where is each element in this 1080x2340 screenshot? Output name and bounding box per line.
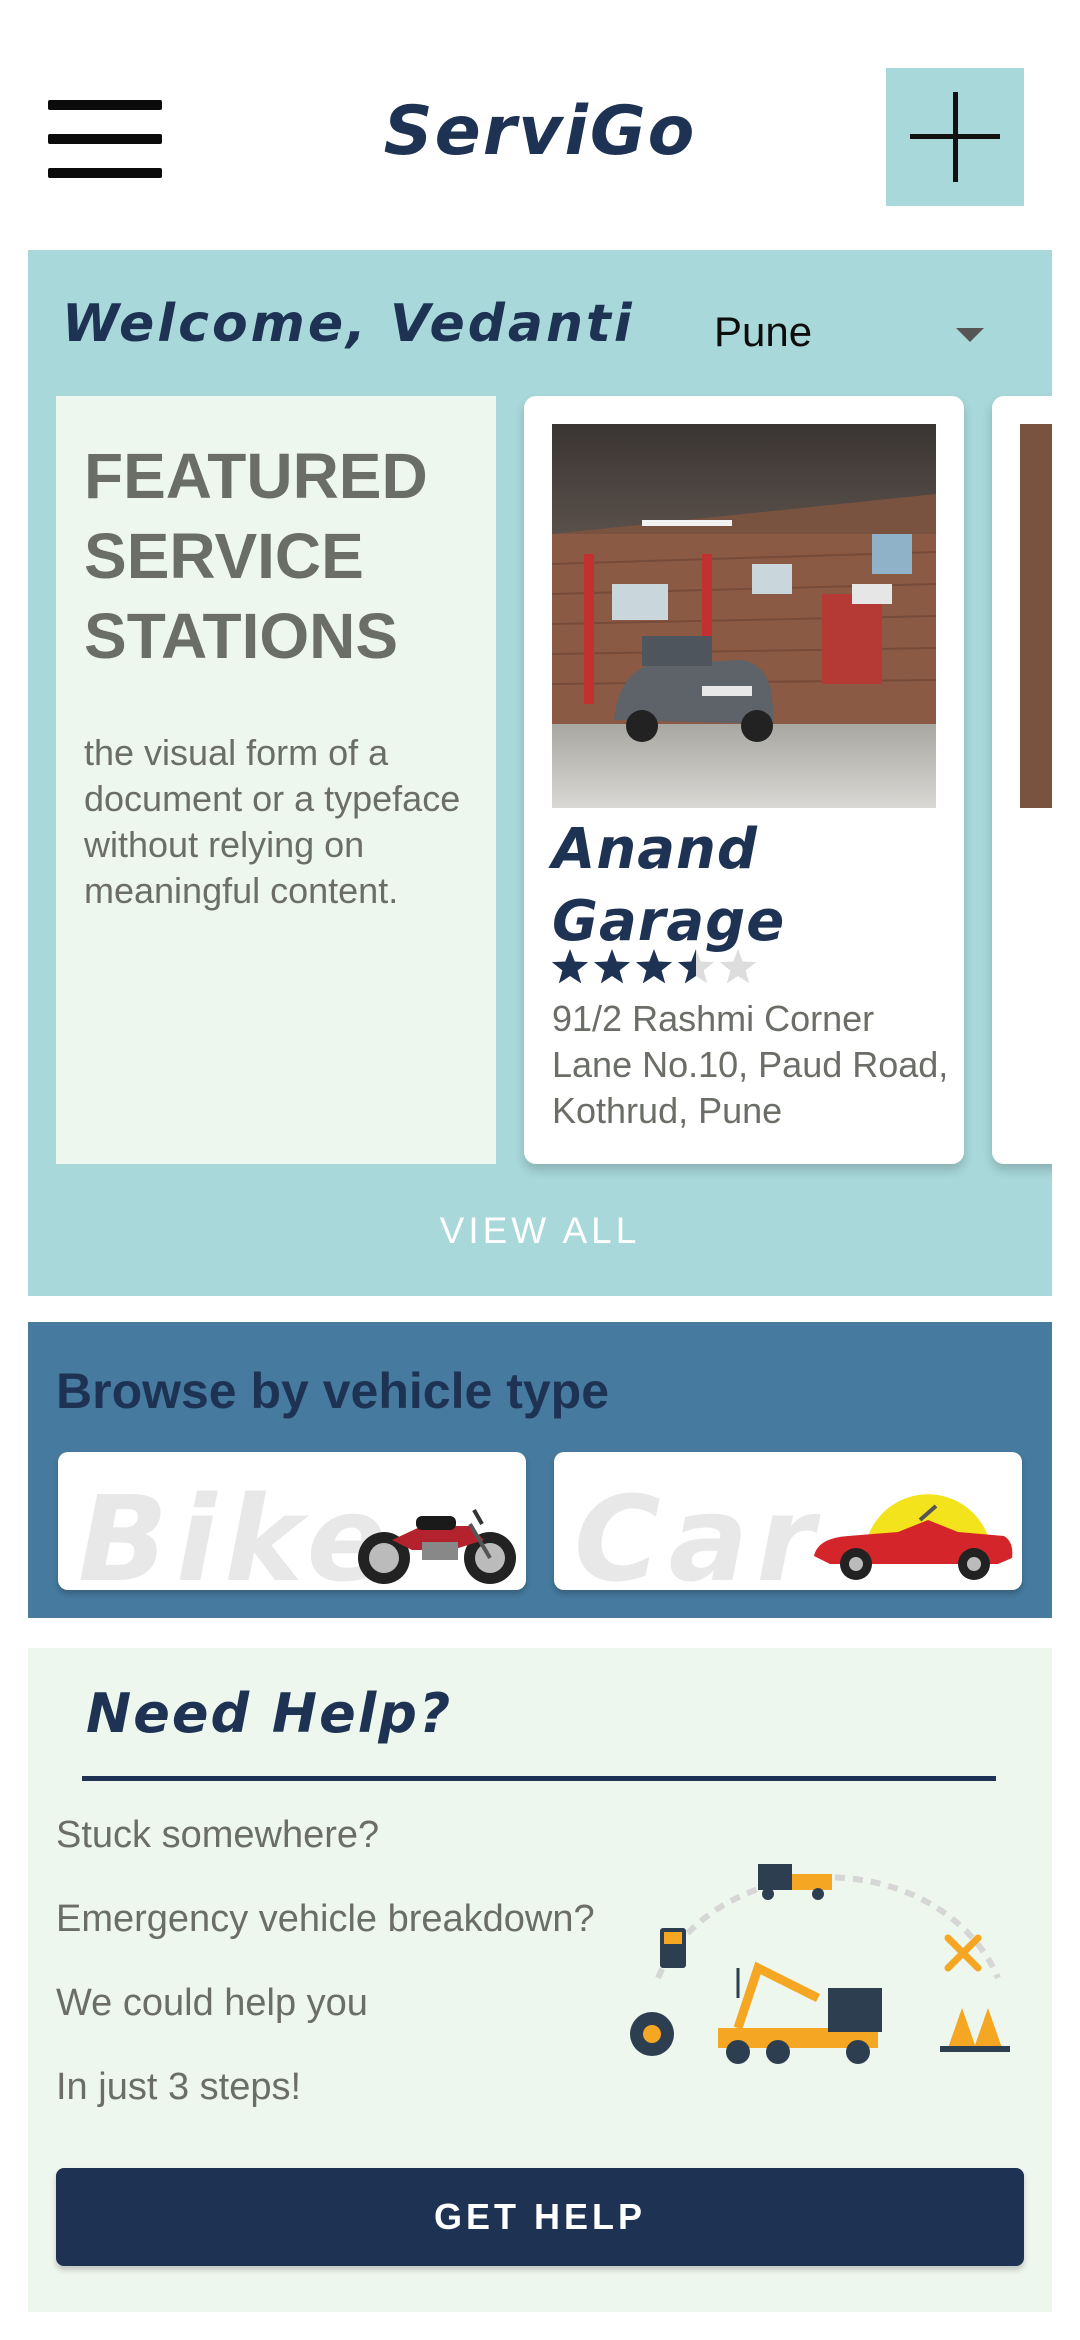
station-address: 91/2 Rashmi Corner Lane No.10, Paud Road… xyxy=(552,998,949,1131)
garage-photo xyxy=(552,424,936,808)
star-icon xyxy=(593,949,631,984)
dropdown-caret-icon xyxy=(956,328,984,342)
vehicle-type-car[interactable]: Car xyxy=(554,1452,1022,1590)
station-card[interactable]: Anand Garage 91/2 Rashmi Corner Lane No.… xyxy=(524,396,964,1164)
help-line: Emergency vehicle breakdown? xyxy=(56,1898,595,1940)
star-icon xyxy=(635,949,673,984)
featured-description: the visual form of a document or a typef… xyxy=(84,732,461,911)
help-line: We could help you xyxy=(56,1982,368,2024)
roadside-assistance-illustration xyxy=(630,1864,1010,2064)
help-line: Stuck somewhere? xyxy=(56,1814,380,1856)
convertible-car-icon xyxy=(814,1494,1013,1580)
city-value: Pune xyxy=(714,308,813,355)
star-icon xyxy=(677,949,715,984)
welcome-text: Welcome, Vedanti xyxy=(62,294,635,354)
get-help-button[interactable]: GET HELP xyxy=(56,2168,1024,2266)
rating-stars xyxy=(550,948,770,988)
featured-intro-card: FEATURED SERVICE STATIONS the visual for… xyxy=(56,396,496,1164)
station-name: Anand Garage xyxy=(552,817,786,954)
garage-photo xyxy=(1020,424,1052,808)
vehicle-type-label: Bike xyxy=(78,1470,395,1590)
station-card[interactable] xyxy=(992,396,1052,1164)
vehicle-type-label: Car xyxy=(574,1470,823,1590)
featured-heading: FEATURED SERVICE STATIONS xyxy=(84,440,428,672)
star-icon xyxy=(551,949,589,984)
browse-panel: Browse by vehicle type Bike Car xyxy=(28,1322,1052,1618)
motorcycle-icon xyxy=(358,1509,516,1584)
help-panel: Need Help? Stuck somewhere? Emergency ve… xyxy=(28,1648,1052,2312)
divider xyxy=(82,1776,996,1781)
featured-panel: Welcome, Vedanti Pune FEATURED SERVICE S… xyxy=(28,250,1052,1296)
vehicle-type-bike[interactable]: Bike xyxy=(58,1452,526,1590)
star-icon xyxy=(719,949,757,984)
view-all-button[interactable]: VIEW ALL xyxy=(28,1210,1052,1252)
city-dropdown[interactable]: Pune xyxy=(684,302,1024,372)
help-title: Need Help? xyxy=(86,1682,453,1745)
add-button[interactable] xyxy=(886,68,1024,206)
help-line: In just 3 steps! xyxy=(56,2066,302,2108)
browse-title: Browse by vehicle type xyxy=(56,1363,610,1419)
